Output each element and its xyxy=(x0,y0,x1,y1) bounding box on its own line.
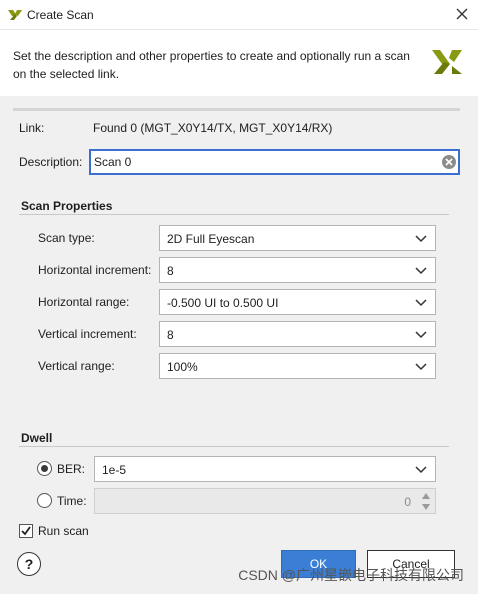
scan-properties-divider xyxy=(19,214,449,215)
horizontal-range-label: Horizontal range: xyxy=(38,295,130,309)
link-label: Link: xyxy=(19,121,45,135)
dwell-divider xyxy=(19,446,449,447)
help-button[interactable]: ? xyxy=(17,552,41,576)
header-description: Set the description and other properties… xyxy=(13,49,410,81)
spin-up-icon[interactable] xyxy=(421,492,431,500)
scan-type-value: 2D Full Eyescan xyxy=(167,232,255,246)
time-spinner[interactable]: 0 xyxy=(94,488,436,514)
watermark-text: CSDN @广州星嵌电子科技有限公司 xyxy=(238,567,464,583)
vertical-increment-value: 8 xyxy=(167,328,174,342)
checkmark-icon xyxy=(21,526,31,536)
run-scan-label: Run scan xyxy=(38,524,89,538)
close-icon[interactable] xyxy=(454,6,470,22)
chevron-down-icon xyxy=(415,466,427,474)
time-label: Time: xyxy=(57,494,87,508)
chevron-down-icon xyxy=(415,331,427,339)
vertical-increment-select[interactable]: 8 xyxy=(159,321,436,347)
horizontal-increment-label: Horizontal increment: xyxy=(38,263,152,277)
description-label: Description: xyxy=(19,155,83,169)
vertical-range-value: 100% xyxy=(167,360,198,374)
link-value: Found 0 (MGT_X0Y14/TX, MGT_X0Y14/RX) xyxy=(93,121,333,135)
app-logo-icon xyxy=(8,10,22,20)
brand-logo-icon xyxy=(432,50,462,74)
chevron-down-icon xyxy=(415,267,427,275)
chevron-down-icon xyxy=(415,235,427,243)
clear-icon[interactable] xyxy=(441,154,457,170)
header-separator xyxy=(13,108,460,111)
window-title: Create Scan xyxy=(27,8,94,22)
run-scan-checkbox[interactable] xyxy=(19,524,33,538)
spin-down-icon[interactable] xyxy=(421,503,431,511)
dialog-header: Set the description and other properties… xyxy=(0,30,478,96)
ber-select[interactable]: 1e-5 xyxy=(94,456,436,482)
chevron-down-icon xyxy=(415,363,427,371)
vertical-range-label: Vertical range: xyxy=(38,359,115,373)
time-radio[interactable] xyxy=(37,493,52,508)
horizontal-increment-value: 8 xyxy=(167,264,174,278)
ber-radio[interactable] xyxy=(37,461,52,476)
ber-value: 1e-5 xyxy=(102,463,127,477)
scan-type-select[interactable]: 2D Full Eyescan xyxy=(159,225,436,251)
ber-label: BER: xyxy=(57,462,86,476)
vertical-increment-label: Vertical increment: xyxy=(38,327,137,341)
dwell-title: Dwell xyxy=(21,431,53,445)
horizontal-range-select[interactable]: -0.500 UI to 0.500 UI xyxy=(159,289,436,315)
time-value: 0 xyxy=(404,495,411,509)
horizontal-increment-select[interactable]: 8 xyxy=(159,257,436,283)
scan-type-label: Scan type: xyxy=(38,231,95,245)
title-bar: Create Scan xyxy=(0,0,478,30)
chevron-down-icon xyxy=(415,299,427,307)
vertical-range-select[interactable]: 100% xyxy=(159,353,436,379)
description-input[interactable] xyxy=(89,149,460,175)
horizontal-range-value: -0.500 UI to 0.500 UI xyxy=(167,296,279,310)
scan-properties-title: Scan Properties xyxy=(21,199,113,213)
